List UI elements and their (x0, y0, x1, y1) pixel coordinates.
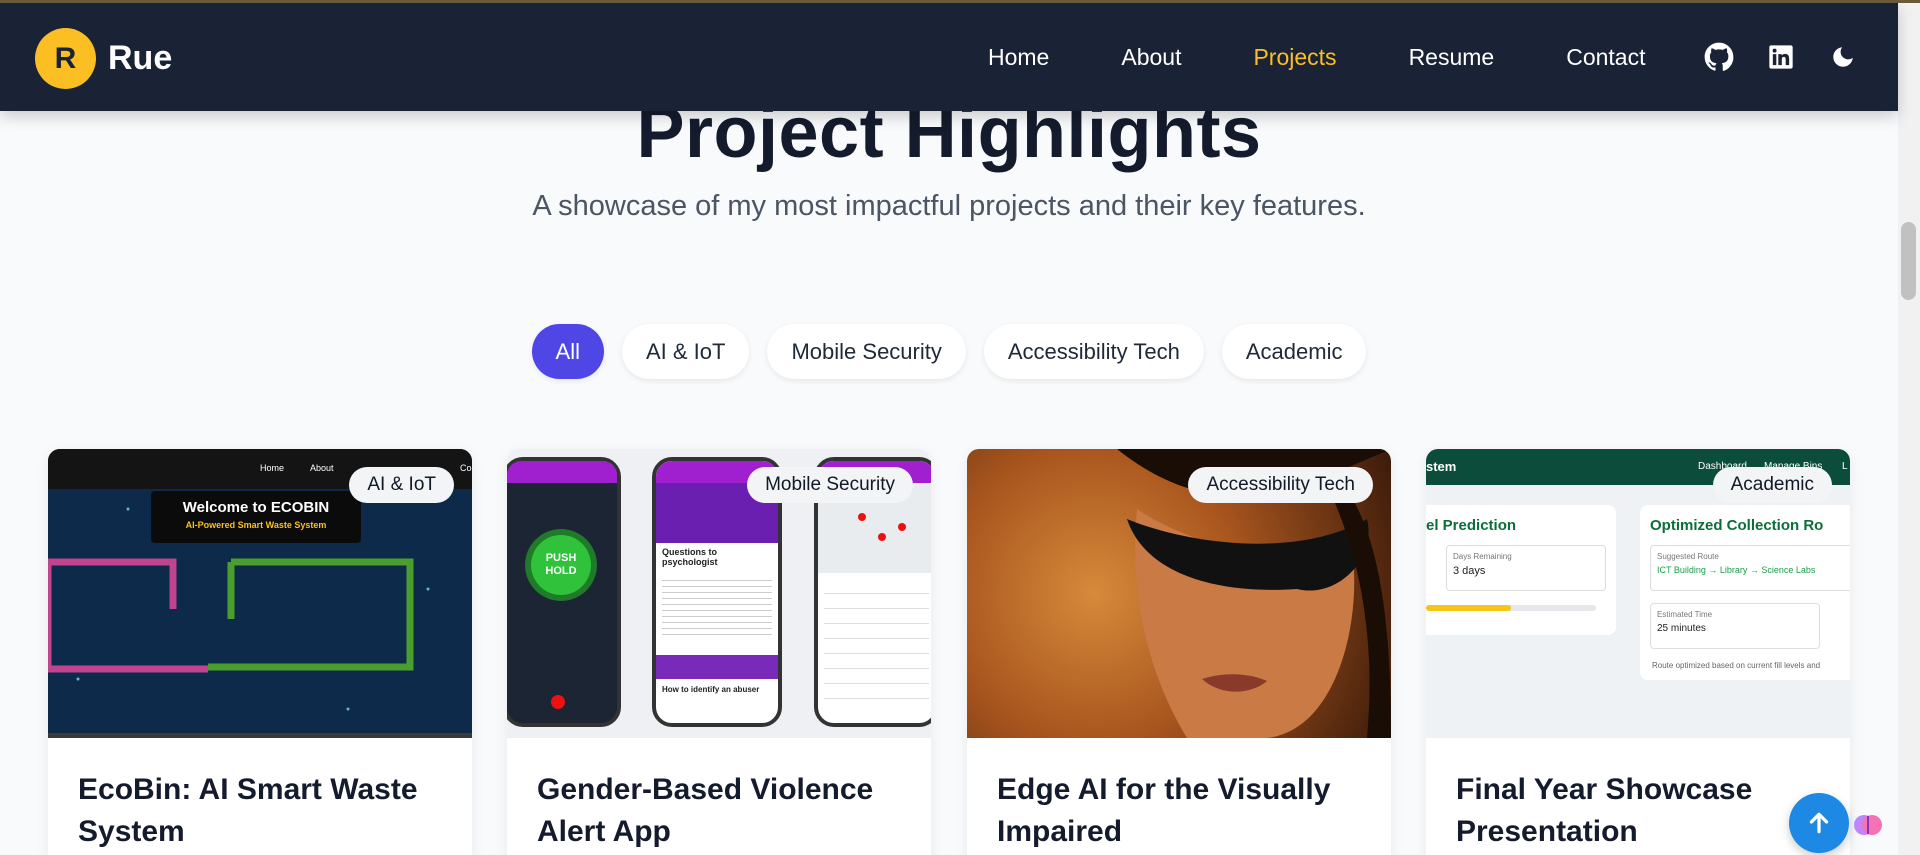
project-title: EcoBin: AI Smart Waste System (78, 773, 418, 848)
questions-heading: Questions to psychologist (662, 547, 718, 567)
nav-links: Home About Projects Resume Contact (988, 3, 1717, 111)
window-top-line (0, 0, 1920, 3)
route-panel: Optimized Collection Ro Suggested Route … (1640, 505, 1850, 680)
brand[interactable]: R Rue (35, 28, 172, 89)
brand-name: Rue (108, 39, 173, 77)
filter-academic[interactable]: Academic (1221, 324, 1367, 379)
category-badge: AI & IoT (349, 467, 454, 503)
filter-ai-iot[interactable]: AI & IoT (621, 324, 750, 379)
nav-icons (1703, 3, 1889, 111)
moon-icon[interactable] (1827, 41, 1859, 73)
fill-prediction-panel: el Prediction Days Remaining 3 days (1426, 505, 1616, 635)
github-icon[interactable] (1703, 41, 1735, 73)
scrollbar-thumb[interactable] (1901, 222, 1916, 300)
brain-icon[interactable] (1853, 810, 1883, 840)
logo-badge: R (35, 28, 96, 89)
filter-mobile-security[interactable]: Mobile Security (767, 324, 966, 379)
push-hold-button: PUSH HOLD (531, 535, 591, 595)
nav-link-projects[interactable]: Projects (1253, 44, 1336, 71)
nav-link-about[interactable]: About (1121, 44, 1181, 71)
phone-1: PUSH HOLD (507, 457, 621, 727)
filter-accessibility-tech[interactable]: Accessibility Tech (983, 324, 1204, 379)
nav-link-contact[interactable]: Contact (1566, 44, 1645, 71)
scroll-to-top-button[interactable] (1789, 793, 1849, 853)
linkedin-icon[interactable] (1765, 41, 1797, 73)
nav-link-home[interactable]: Home (988, 44, 1049, 71)
nav-link-resume[interactable]: Resume (1409, 44, 1495, 71)
project-card-gbv[interactable]: PUSH HOLD Questions to psychologist How … (507, 449, 931, 855)
arrow-up-icon (1809, 812, 1829, 834)
project-title: Gender-Based Violence Alert App (537, 773, 874, 848)
project-card-ecobin[interactable]: Home About Co Welcome to ECOBIN AI-Power… (48, 449, 472, 855)
category-badge: Academic (1712, 467, 1832, 503)
category-badge: Accessibility Tech (1188, 467, 1373, 503)
category-badge: Mobile Security (747, 467, 913, 503)
filter-all[interactable]: All (531, 324, 604, 379)
page-subtitle: A showcase of my most impactful projects… (532, 190, 1366, 222)
navbar: R Rue Home About Projects Resume Contact (0, 3, 1898, 111)
project-card-edge-ai[interactable]: Accessibility Tech Edge AI for the Visua… (967, 449, 1391, 855)
filter-bar: All AI & IoT Mobile Security Accessibili… (0, 324, 1898, 379)
scrollbar-track[interactable] (1898, 0, 1920, 855)
project-card-showcase[interactable]: stem Dashboard Manage Bins L el Predicti… (1426, 449, 1850, 855)
project-title: Final Year Showcase Presentation (1456, 773, 1753, 848)
project-title: Edge AI for the Visually Impaired (997, 773, 1331, 848)
abuser-heading: How to identify an abuser (662, 685, 760, 694)
